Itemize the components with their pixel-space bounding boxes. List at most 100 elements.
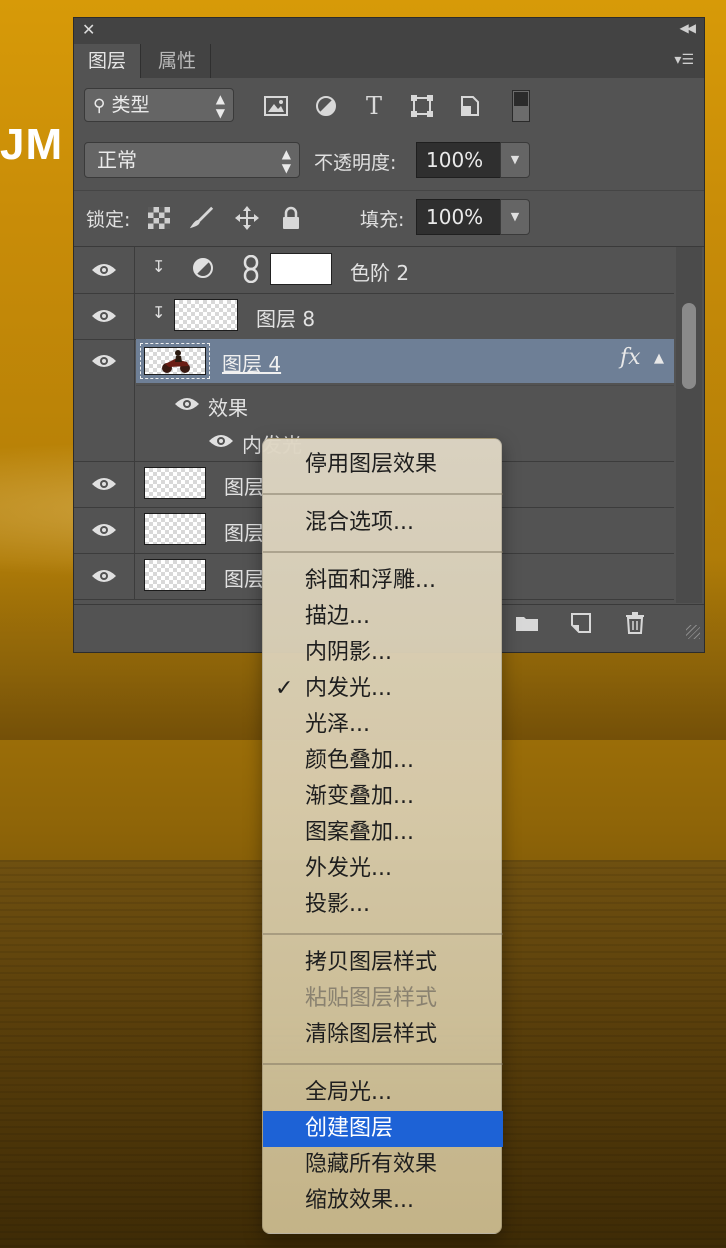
- menu-item-label: 清除图层样式: [305, 1022, 438, 1047]
- menu-item[interactable]: 颜色叠加...: [263, 743, 503, 779]
- checkmark-icon: ✓: [275, 676, 294, 701]
- menu-item[interactable]: 拷贝图层样式: [263, 945, 503, 981]
- menu-item: 粘贴图层样式: [263, 981, 503, 1017]
- menu-item-label: 全局光...: [305, 1080, 392, 1105]
- menu-item[interactable]: 光泽...: [263, 707, 503, 743]
- effects-group-row[interactable]: 效果: [136, 385, 674, 424]
- menu-separator: [263, 493, 503, 495]
- menu-item[interactable]: 全局光...: [263, 1075, 503, 1111]
- new-layer-icon[interactable]: [568, 611, 594, 635]
- layer-mask-thumbnail[interactable]: [270, 253, 332, 285]
- menu-item-label: 隐藏所有效果: [305, 1152, 438, 1177]
- menu-item-label: 创建图层: [305, 1116, 394, 1141]
- blend-mode-value: 正常: [97, 148, 137, 172]
- visibility-column: [74, 339, 135, 461]
- close-icon[interactable]: ✕: [82, 20, 95, 39]
- background-text: JM: [0, 120, 64, 169]
- filter-row: ⚲ 类型 ▲ ▼ T: [74, 78, 704, 134]
- layers-scrollbar[interactable]: [676, 247, 702, 603]
- adjustment-filter-icon[interactable]: [312, 92, 340, 120]
- menu-item[interactable]: 混合选项...: [263, 505, 503, 541]
- layer-row[interactable]: ↧ 色阶 2: [74, 247, 674, 294]
- tab-layers[interactable]: 图层: [74, 44, 142, 78]
- menu-item[interactable]: 斜面和浮雕...: [263, 563, 503, 599]
- panel-menu-icon[interactable]: ▾☰: [674, 52, 694, 68]
- chain-link-icon[interactable]: [242, 254, 260, 287]
- panel-tabbar: 图层 属性 ▾☰: [74, 44, 704, 78]
- panel-titlebar[interactable]: ✕ ◀◀: [74, 18, 704, 44]
- menu-item[interactable]: 创建图层: [263, 1111, 503, 1147]
- collapse-icon[interactable]: ◀◀: [680, 21, 697, 35]
- menu-item[interactable]: 图案叠加...: [263, 815, 503, 851]
- menu-item[interactable]: 外发光...: [263, 851, 503, 887]
- selected-layer-highlight: [136, 339, 674, 383]
- blend-mode-select[interactable]: 正常 ▲ ▼: [84, 142, 300, 178]
- layer-thumbnail[interactable]: [174, 299, 238, 331]
- menu-item[interactable]: 内阴影...: [263, 635, 503, 671]
- eye-icon[interactable]: [90, 520, 118, 540]
- eye-icon[interactable]: [90, 566, 118, 586]
- menu-item[interactable]: ✓ 内发光...: [263, 671, 503, 707]
- layer-name: 图层 4: [222, 352, 282, 376]
- layer-name: 图层 8: [256, 307, 316, 331]
- lock-all-icon[interactable]: [278, 205, 304, 231]
- eye-icon[interactable]: [208, 433, 234, 453]
- shape-filter-icon[interactable]: [408, 92, 436, 120]
- opacity-dropdown-button[interactable]: ▼: [500, 142, 530, 178]
- tab-properties[interactable]: 属性: [144, 44, 212, 78]
- menu-item[interactable]: 投影...: [263, 887, 503, 923]
- menu-separator: [263, 551, 503, 553]
- menu-item[interactable]: 渐变叠加...: [263, 779, 503, 815]
- menu-item-label: 拷贝图层样式: [305, 950, 438, 975]
- thumbnail-selection-frame: [140, 343, 210, 379]
- eye-icon[interactable]: [90, 306, 118, 326]
- smart-object-filter-icon[interactable]: [456, 92, 484, 120]
- adjustment-layer-icon: [192, 257, 214, 283]
- lock-transparency-icon[interactable]: [146, 205, 172, 231]
- fill-dropdown-button[interactable]: ▼: [500, 199, 530, 235]
- eye-icon[interactable]: [90, 351, 118, 371]
- text-filter-icon[interactable]: T: [360, 92, 388, 120]
- scrollbar-thumb[interactable]: [682, 303, 696, 389]
- resize-grip-icon[interactable]: [686, 625, 700, 639]
- effects-label: 效果: [208, 396, 248, 420]
- lock-brush-icon[interactable]: [188, 205, 214, 231]
- layer-name: 色阶 2: [350, 261, 410, 285]
- clipping-arrow-icon: ↧: [152, 257, 166, 276]
- layer-name: 图层: [224, 567, 264, 591]
- menu-item[interactable]: 缩放效果...: [263, 1183, 503, 1219]
- menu-item[interactable]: 描边...: [263, 599, 503, 635]
- layer-thumbnail[interactable]: [144, 347, 206, 375]
- menu-item[interactable]: 停用图层效果: [263, 447, 503, 483]
- lock-label: 锁定:: [86, 209, 131, 231]
- fill-label: 填充:: [360, 209, 405, 231]
- layer-thumbnail[interactable]: [144, 559, 206, 591]
- clipping-arrow-icon: ↧: [152, 303, 166, 322]
- trash-icon[interactable]: [622, 611, 648, 635]
- menu-item[interactable]: 隐藏所有效果: [263, 1147, 503, 1183]
- eye-icon[interactable]: [90, 474, 118, 494]
- eye-icon[interactable]: [90, 260, 118, 280]
- expand-effects-icon[interactable]: ▲: [654, 351, 664, 366]
- layer-thumbnail[interactable]: [144, 467, 206, 499]
- menu-item-label: 光泽...: [305, 712, 370, 737]
- menu-item-label: 混合选项...: [305, 510, 414, 535]
- layer-thumbnail[interactable]: [144, 513, 206, 545]
- menu-item-label: 渐变叠加...: [305, 784, 414, 809]
- layer-row[interactable]: ↧ 图层 8: [74, 293, 674, 340]
- visibility-column: [74, 461, 135, 507]
- filter-kind-select[interactable]: ⚲ 类型 ▲ ▼: [84, 88, 234, 122]
- menu-item-label: 外发光...: [305, 856, 392, 881]
- menu-item[interactable]: 清除图层样式: [263, 1017, 503, 1053]
- new-group-folder-icon[interactable]: [514, 611, 540, 635]
- eye-icon[interactable]: [174, 396, 200, 416]
- menu-item-label: 描边...: [305, 604, 370, 629]
- fx-badge[interactable]: fx: [620, 345, 641, 370]
- visibility-column: [74, 293, 135, 339]
- image-filter-icon[interactable]: [262, 92, 290, 120]
- visibility-column: [74, 507, 135, 553]
- select-arrows-icon: ▲ ▼: [215, 92, 225, 120]
- lock-move-icon[interactable]: [234, 205, 260, 231]
- filter-kind-label: 类型: [111, 94, 150, 116]
- filter-toggle-switch[interactable]: [512, 90, 530, 122]
